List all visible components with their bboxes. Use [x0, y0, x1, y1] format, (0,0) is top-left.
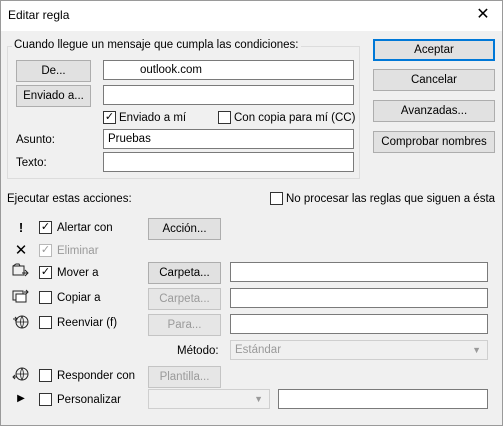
move-folder-button[interactable]: Carpeta... [148, 262, 221, 284]
dialog-body: Cuando llegue un mensaje que cumpla las … [1, 31, 502, 425]
move-checkbox[interactable]: ✓ [39, 266, 52, 279]
stop-rules-label: No procesar las reglas que siguen a ésta [286, 193, 496, 205]
text-label: Texto: [16, 157, 47, 169]
cc-me-checkbox[interactable] [218, 111, 231, 124]
cancel-button[interactable]: Cancelar [373, 69, 495, 91]
alert-label: Alertar con [57, 222, 113, 234]
title-bar: Editar regla ✕ [0, 0, 503, 31]
custom-label: Personalizar [57, 394, 121, 406]
forward-to-button[interactable]: Para... [148, 314, 221, 336]
chevron-down-icon: ▼ [254, 394, 263, 404]
advanced-button[interactable]: Avanzadas... [373, 100, 495, 122]
forward-label: Reenviar (f) [57, 317, 118, 329]
check-names-button[interactable]: Comprobar nombres [373, 131, 495, 153]
reply-checkbox[interactable] [39, 369, 52, 382]
from-button[interactable]: De... [16, 60, 91, 82]
custom-checkbox[interactable] [39, 393, 52, 406]
method-select-value: Estándar [235, 344, 282, 356]
copy-label: Copiar a [57, 292, 101, 304]
move-label: Mover a [57, 267, 99, 279]
sent-to-field[interactable] [103, 85, 354, 105]
forward-to-field[interactable] [230, 314, 488, 334]
forward-globe-icon [12, 314, 30, 334]
method-label: Método: [177, 345, 219, 357]
window-title: Editar regla [8, 8, 70, 22]
conditions-group-label: Cuando llegue un mensaje que cumpla las … [12, 39, 301, 51]
text-field[interactable] [103, 152, 354, 172]
copy-folder-icon [12, 288, 30, 308]
accept-button[interactable]: Aceptar [373, 39, 495, 61]
stop-rules-checkbox[interactable] [270, 192, 283, 205]
chevron-down-icon: ▼ [472, 345, 481, 355]
sent-to-button[interactable]: Enviado a... [16, 85, 91, 107]
delete-checkbox[interactable]: ✓ [39, 244, 52, 257]
move-folder-icon [12, 263, 30, 283]
x-icon: ✕ [14, 242, 28, 259]
method-select[interactable]: Estándar ▼ [230, 340, 488, 360]
cc-me-label: Con copia para mí (CC) [234, 112, 356, 124]
exclamation-icon: ! [18, 220, 24, 235]
actions-label: Ejecutar estas acciones: [7, 193, 132, 205]
reply-label: Responder con [57, 370, 135, 382]
action-button[interactable]: Acción... [148, 218, 221, 240]
delete-label: Eliminar [57, 245, 99, 257]
play-arrow-icon[interactable]: ▶ [12, 391, 30, 407]
alert-checkbox[interactable]: ✓ [39, 221, 52, 234]
from-field-value: outlook.com [140, 64, 203, 76]
subject-field[interactable]: Pruebas [103, 129, 354, 149]
custom-select[interactable]: ▼ [148, 389, 270, 409]
copy-folder-field[interactable] [230, 288, 488, 308]
reply-globe-icon [12, 366, 30, 386]
copy-checkbox[interactable] [39, 291, 52, 304]
sent-to-me-checkbox[interactable]: ✓ [103, 111, 116, 124]
sent-to-me-label: Enviado a mí [119, 112, 187, 124]
from-field[interactable]: outlook.com [103, 60, 354, 80]
close-icon[interactable]: ✕ [471, 5, 495, 25]
copy-folder-button[interactable]: Carpeta... [148, 288, 221, 310]
subject-label: Asunto: [16, 134, 55, 146]
custom-field[interactable] [278, 389, 488, 409]
template-button[interactable]: Plantilla... [148, 366, 221, 388]
move-folder-field[interactable] [230, 262, 488, 282]
forward-checkbox[interactable] [39, 316, 52, 329]
